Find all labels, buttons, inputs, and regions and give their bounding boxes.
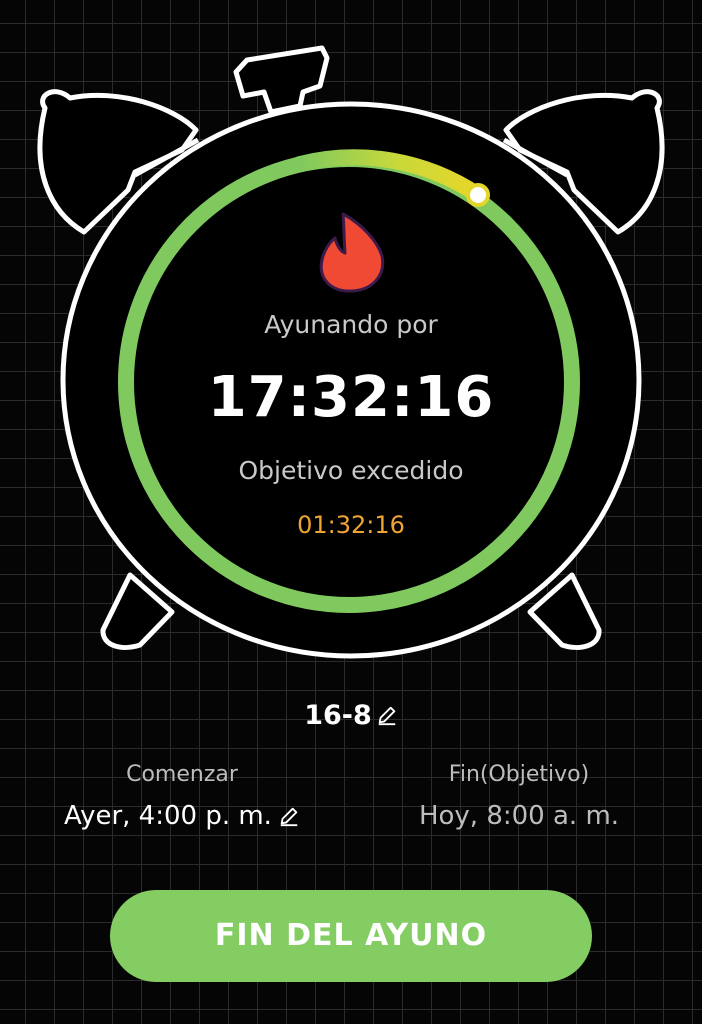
- exceeded-time: 01:32:16: [297, 511, 405, 539]
- start-time-value: Ayer, 4:00 p. m.: [64, 801, 272, 831]
- elapsed-time: 17:32:16: [207, 365, 495, 430]
- goal-exceeded-label: Objetivo excedido: [238, 456, 464, 485]
- progress-handle[interactable]: [466, 183, 490, 207]
- start-time[interactable]: Ayer, 4:00 p. m.: [17, 801, 347, 831]
- plan-name: 16-8: [304, 700, 372, 731]
- clock-knob: [233, 45, 330, 115]
- end-column: Fin(Objetivo) Hoy, 8:00 a. m.: [354, 762, 684, 831]
- plan-selector[interactable]: 16-8: [0, 700, 702, 731]
- fasting-label: Ayunando por: [264, 310, 438, 339]
- start-label: Comenzar: [126, 762, 238, 787]
- start-column: Comenzar Ayer, 4:00 p. m.: [17, 762, 347, 831]
- end-goal-label: Fin(Objetivo): [448, 762, 590, 787]
- end-goal-time: Hoy, 8:00 a. m.: [418, 801, 620, 831]
- pencil-icon[interactable]: [376, 704, 398, 726]
- alarm-clock-illustration: [37, 45, 665, 659]
- end-fast-button[interactable]: FIN DEL AYUNO: [110, 890, 592, 982]
- pencil-icon[interactable]: [278, 805, 300, 827]
